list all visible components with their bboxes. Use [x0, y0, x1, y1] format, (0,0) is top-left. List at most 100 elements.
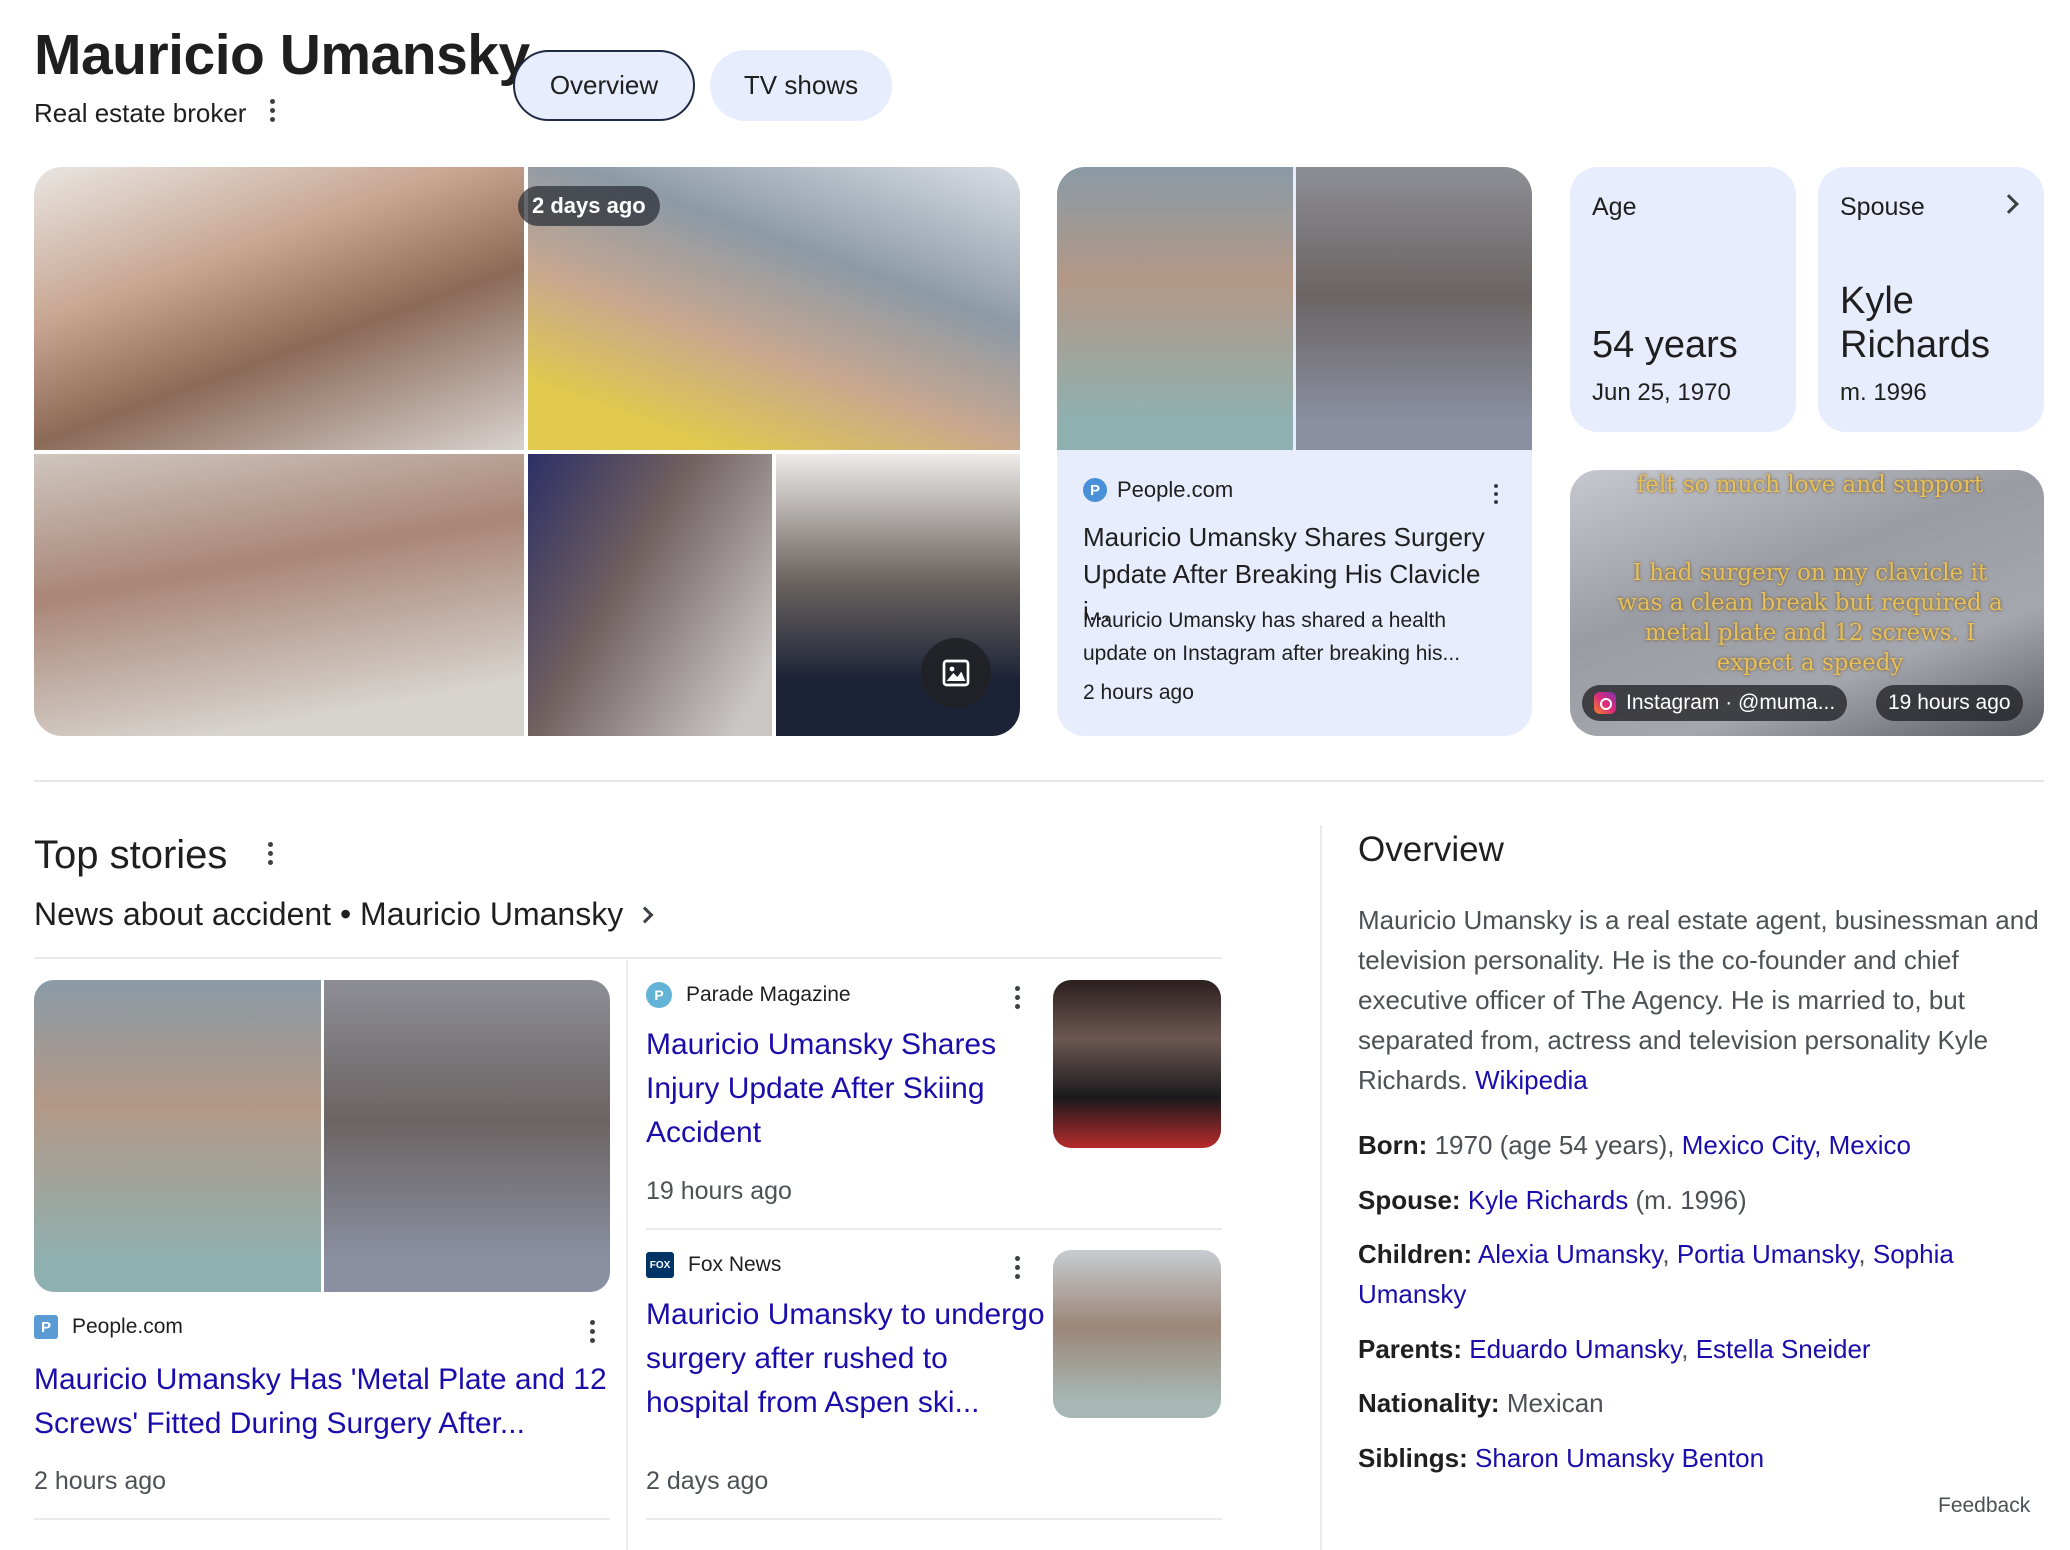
- age-birthdate: Jun 25, 1970: [1592, 379, 1731, 406]
- news-card-image-left: [1057, 167, 1293, 450]
- spouse-label: Spouse: [1840, 193, 1925, 221]
- story-2-divider: [646, 1228, 1222, 1230]
- stories-column-divider: [626, 960, 628, 1550]
- chevron-right-icon: [1999, 194, 2019, 214]
- story-1-more-icon[interactable]: [582, 1316, 602, 1346]
- fact-nationality: Nationality: Mexican: [1358, 1383, 2048, 1423]
- born-text: 1970 (age 54 years),: [1434, 1130, 1675, 1160]
- instagram-source-pill: Instagram · @muma...: [1582, 685, 1848, 721]
- birthplace-link[interactable]: Mexico City, Mexico: [1682, 1130, 1911, 1160]
- people-logo-icon: P: [1083, 478, 1107, 502]
- story-3-thumbnail[interactable]: [1053, 1250, 1221, 1418]
- story-2-more-icon[interactable]: [1007, 982, 1027, 1012]
- story-1-image[interactable]: [34, 980, 610, 1292]
- age-label: Age: [1592, 193, 1637, 221]
- entity-title: Mauricio Umansky: [34, 23, 530, 87]
- chevron-right-icon: [636, 906, 654, 923]
- age-card: Age 54 years Jun 25, 1970: [1570, 167, 1796, 432]
- news-card-source-name: People.com: [1117, 477, 1234, 502]
- spouse-married: m. 1996: [1840, 379, 1927, 406]
- fact-children: Children: Alexia Umansky, Portia Umansky…: [1358, 1239, 1954, 1309]
- story-2-title-link[interactable]: Mauricio Umansky Shares Injury Update Af…: [646, 1023, 1016, 1155]
- photo-couple[interactable]: [528, 454, 772, 736]
- image-time-badge: 2 days ago: [518, 186, 660, 226]
- stories-divider-top: [34, 957, 1222, 959]
- story-2-thumbnail[interactable]: [1053, 980, 1221, 1148]
- instagram-caption: I had surgery on my clavicle it was a cl…: [1617, 560, 2003, 676]
- children-label: Children:: [1358, 1239, 1473, 1269]
- news-card-time: 2 hours ago: [1083, 681, 1194, 704]
- news-card-snippet: Mauricio Umansky has shared a health upd…: [1083, 609, 1461, 665]
- top-stories-more-icon[interactable]: [260, 838, 280, 868]
- story-3-source-name: Fox News: [688, 1253, 782, 1276]
- overview-description-text: Mauricio Umansky is a real estate agent,…: [1358, 905, 2039, 1095]
- news-card[interactable]: P People.com Mauricio Umansky Shares Sur…: [1057, 167, 1532, 736]
- nationality-label: Nationality:: [1358, 1388, 1500, 1418]
- parade-logo-icon: P: [646, 982, 672, 1008]
- instagram-source: Instagram · @muma...: [1626, 691, 1836, 714]
- instagram-time: 19 hours ago: [1876, 685, 2023, 721]
- story-1-image-left: [34, 980, 321, 1292]
- fact-spouse: Spouse: Kyle Richards (m. 1996): [1358, 1180, 2048, 1220]
- siblings-label: Siblings:: [1358, 1443, 1468, 1473]
- top-stories-subheading[interactable]: News about accident • Mauricio Umansky: [34, 896, 654, 933]
- overview-column-divider: [1320, 825, 1322, 1550]
- top-stories-heading: Top stories: [34, 833, 228, 877]
- news-card-image-right: [1296, 167, 1532, 450]
- top-stories-subheading-text: News about accident • Mauricio Umansky: [34, 896, 624, 932]
- tab-tv-shows[interactable]: TV shows: [710, 50, 892, 121]
- instagram-card[interactable]: felt so much love and support I had surg…: [1570, 470, 2044, 736]
- image-mosaic[interactable]: [34, 167, 1020, 736]
- image-icon: [942, 659, 970, 687]
- story-3-divider: [646, 1518, 1222, 1520]
- more-images-button[interactable]: [921, 638, 991, 708]
- fact-born: Born: 1970 (age 54 years), Mexico City, …: [1358, 1125, 2048, 1165]
- parent-link-estella[interactable]: Estella Sneider: [1696, 1334, 1871, 1364]
- overview-heading: Overview: [1358, 830, 1504, 869]
- photo-headshot[interactable]: [34, 167, 524, 450]
- spouse-fact-label: Spouse:: [1358, 1185, 1461, 1215]
- feedback-link[interactable]: Feedback: [1938, 1494, 2030, 1518]
- story-3-more-icon[interactable]: [1007, 1252, 1027, 1282]
- parents-label: Parents:: [1358, 1334, 1463, 1364]
- spouse-name-first: Kyle: [1840, 280, 1914, 322]
- story-3-source: FOX Fox News: [646, 1252, 781, 1278]
- people-logo-icon: P: [34, 1315, 58, 1339]
- wikipedia-link[interactable]: Wikipedia: [1475, 1065, 1588, 1095]
- story-2-source-name: Parade Magazine: [686, 983, 851, 1006]
- story-1-time: 2 hours ago: [34, 1467, 167, 1495]
- story-1-title-link[interactable]: Mauricio Umansky Has 'Metal Plate and 12…: [34, 1358, 610, 1446]
- story-1-divider: [34, 1518, 610, 1520]
- story-3-title-link[interactable]: Mauricio Umansky to undergo surgery afte…: [646, 1293, 1046, 1425]
- entity-subtitle: Real estate broker: [34, 98, 247, 128]
- fact-parents: Parents: Eduardo Umansky, Estella Sneide…: [1358, 1334, 1871, 1364]
- story-1-image-right: [324, 980, 610, 1292]
- photo-portrait[interactable]: [34, 454, 524, 736]
- story-2-source: P Parade Magazine: [646, 982, 851, 1008]
- story-2-time: 19 hours ago: [646, 1177, 792, 1205]
- age-value: 54 years: [1592, 324, 1738, 366]
- parent-link-eduardo[interactable]: Eduardo Umansky: [1469, 1334, 1681, 1364]
- fact-siblings: Siblings: Sharon Umansky Benton: [1358, 1438, 2048, 1478]
- spouse-link[interactable]: Kyle Richards: [1468, 1185, 1628, 1215]
- spouse-fact-text: (m. 1996): [1635, 1185, 1747, 1215]
- story-1-source: P People.com: [34, 1315, 183, 1339]
- child-link-alexia[interactable]: Alexia Umansky: [1478, 1239, 1662, 1269]
- child-link-portia[interactable]: Portia Umansky: [1677, 1239, 1859, 1269]
- story-1-source-name: People.com: [72, 1315, 183, 1338]
- news-card-more-icon[interactable]: [1486, 479, 1506, 509]
- tab-overview[interactable]: Overview: [513, 50, 695, 121]
- instagram-icon: [1594, 692, 1616, 714]
- sibling-link[interactable]: Sharon Umansky Benton: [1475, 1443, 1764, 1473]
- fox-news-logo-icon: FOX: [646, 1252, 674, 1278]
- more-options-icon[interactable]: [262, 95, 282, 125]
- section-divider: [34, 780, 2044, 782]
- news-card-source: P People.com: [1083, 477, 1233, 503]
- born-label: Born:: [1358, 1130, 1428, 1160]
- spouse-name-last: Richards: [1840, 324, 1990, 366]
- overview-description: Mauricio Umansky is a real estate agent,…: [1358, 900, 2048, 1100]
- nationality-text: Mexican: [1506, 1388, 1604, 1418]
- spouse-card[interactable]: Spouse Kyle Richards m. 1996: [1818, 167, 2044, 432]
- instagram-caption-top: felt so much love and support: [1636, 472, 1984, 498]
- story-3-time: 2 days ago: [646, 1467, 769, 1495]
